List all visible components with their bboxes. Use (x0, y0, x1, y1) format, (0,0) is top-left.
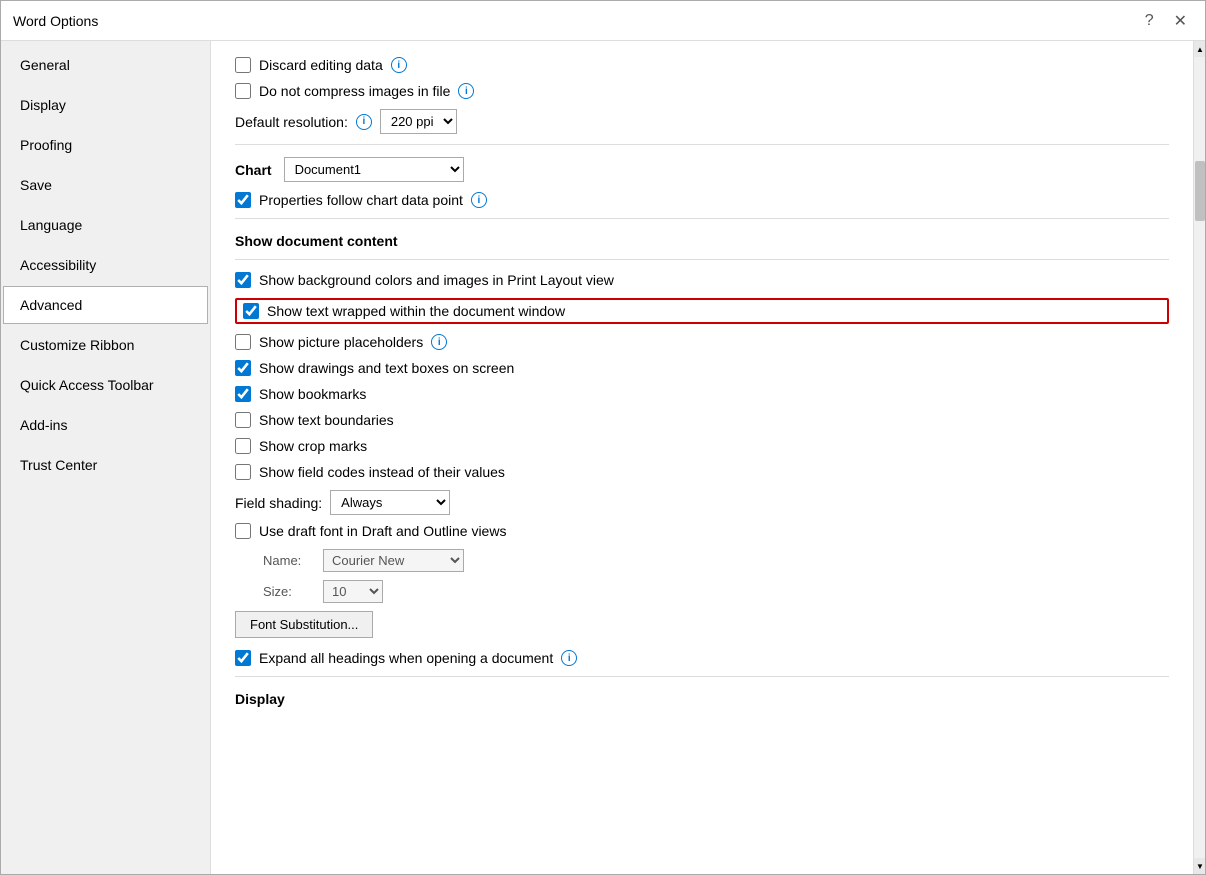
expand-headings-row: Expand all headings when opening a docum… (235, 650, 1169, 666)
font-name-select[interactable]: Courier New Arial Times New Roman (323, 549, 464, 572)
font-size-select[interactable]: 8 10 12 14 (323, 580, 383, 603)
resolution-info-icon: i (356, 114, 372, 130)
show-drawings-label[interactable]: Show drawings and text boxes on screen (259, 360, 514, 376)
sidebar-item-display[interactable]: Display (3, 86, 208, 124)
show-text-wrapped-checkbox[interactable] (243, 303, 259, 319)
show-picture-placeholders-checkbox[interactable] (235, 334, 251, 350)
sidebar-item-general[interactable]: General (3, 46, 208, 84)
compress-images-label[interactable]: Do not compress images in file (259, 83, 450, 99)
field-shading-label: Field shading: (235, 495, 322, 511)
show-drawings-checkbox[interactable] (235, 360, 251, 376)
dialog-body: General Display Proofing Save Language A… (1, 41, 1205, 874)
font-size-row: Size: 8 10 12 14 (263, 580, 1169, 603)
show-field-codes-checkbox[interactable] (235, 464, 251, 480)
scroll-up-arrow[interactable]: ▲ (1194, 41, 1205, 57)
use-draft-font-row: Use draft font in Draft and Outline view… (235, 523, 1169, 539)
help-button[interactable]: ? (1139, 10, 1160, 32)
discard-editing-row: Discard editing data i (235, 57, 1169, 73)
font-size-label: Size: (263, 584, 313, 599)
chart-label: Chart (235, 162, 272, 178)
properties-info-icon: i (471, 192, 487, 208)
divider-4 (235, 676, 1169, 677)
compress-info-icon: i (458, 83, 474, 99)
show-bg-colors-label[interactable]: Show background colors and images in Pri… (259, 272, 614, 288)
compress-images-row: Do not compress images in file i (235, 83, 1169, 99)
discard-editing-checkbox[interactable] (235, 57, 251, 73)
main-content: Discard editing data i Do not compress i… (211, 41, 1193, 874)
default-resolution-label: Default resolution: (235, 114, 348, 130)
divider-1 (235, 144, 1169, 145)
show-text-boundaries-checkbox[interactable] (235, 412, 251, 428)
chart-row: Chart Document1 (235, 157, 1169, 182)
discard-info-icon: i (391, 57, 407, 73)
sidebar-item-quick-access-toolbar[interactable]: Quick Access Toolbar (3, 366, 208, 404)
chart-document-select[interactable]: Document1 (284, 157, 464, 182)
show-bg-colors-checkbox[interactable] (235, 272, 251, 288)
sidebar: General Display Proofing Save Language A… (1, 41, 211, 874)
display-section-header: Display (235, 691, 1169, 707)
sidebar-item-trust-center[interactable]: Trust Center (3, 446, 208, 484)
show-crop-marks-checkbox[interactable] (235, 438, 251, 454)
use-draft-font-checkbox[interactable] (235, 523, 251, 539)
show-bg-colors-row: Show background colors and images in Pri… (235, 272, 1169, 288)
show-text-wrapped-label[interactable]: Show text wrapped within the document wi… (267, 303, 565, 319)
properties-follow-checkbox[interactable] (235, 192, 251, 208)
pic-info-icon: i (431, 334, 447, 350)
dialog-title: Word Options (13, 13, 98, 29)
show-text-boundaries-row: Show text boundaries (235, 412, 1169, 428)
divider-2 (235, 218, 1169, 219)
font-name-label: Name: (263, 553, 313, 568)
default-resolution-row: Default resolution: i 72 ppi 96 ppi 150 … (235, 109, 1169, 134)
show-field-codes-row: Show field codes instead of their values (235, 464, 1169, 480)
sidebar-item-proofing[interactable]: Proofing (3, 126, 208, 164)
close-button[interactable]: ✕ (1168, 9, 1193, 33)
sidebar-item-advanced[interactable]: Advanced (3, 286, 208, 324)
show-document-content-header: Show document content (235, 233, 1169, 249)
discard-editing-label[interactable]: Discard editing data (259, 57, 383, 73)
show-bookmarks-row: Show bookmarks (235, 386, 1169, 402)
sidebar-item-save[interactable]: Save (3, 166, 208, 204)
field-shading-row: Field shading: Never Always When selecte… (235, 490, 1169, 515)
show-bookmarks-checkbox[interactable] (235, 386, 251, 402)
compress-images-checkbox[interactable] (235, 83, 251, 99)
show-crop-marks-row: Show crop marks (235, 438, 1169, 454)
show-field-codes-label[interactable]: Show field codes instead of their values (259, 464, 505, 480)
title-bar: Word Options ? ✕ (1, 1, 1205, 41)
show-drawings-row: Show drawings and text boxes on screen (235, 360, 1169, 376)
divider-3 (235, 259, 1169, 260)
properties-follow-label[interactable]: Properties follow chart data point (259, 192, 463, 208)
expand-headings-checkbox[interactable] (235, 650, 251, 666)
show-bookmarks-label[interactable]: Show bookmarks (259, 386, 366, 402)
sidebar-item-accessibility[interactable]: Accessibility (3, 246, 208, 284)
properties-follow-row: Properties follow chart data point i (235, 192, 1169, 208)
sidebar-item-customize-ribbon[interactable]: Customize Ribbon (3, 326, 208, 364)
expand-headings-label[interactable]: Expand all headings when opening a docum… (259, 650, 553, 666)
default-resolution-select[interactable]: 72 ppi 96 ppi 150 ppi 220 ppi 330 ppi (380, 109, 457, 134)
show-picture-placeholders-label[interactable]: Show picture placeholders (259, 334, 423, 350)
field-shading-select[interactable]: Never Always When selected (330, 490, 450, 515)
scroll-down-arrow[interactable]: ▼ (1194, 858, 1205, 874)
use-draft-font-label[interactable]: Use draft font in Draft and Outline view… (259, 523, 506, 539)
font-substitution-row: Font Substitution... (235, 611, 1169, 638)
scrollbar-thumb[interactable] (1195, 161, 1205, 221)
title-bar-buttons: ? ✕ (1139, 9, 1193, 33)
expand-info-icon: i (561, 650, 577, 666)
word-options-dialog: Word Options ? ✕ General Display Proofin… (0, 0, 1206, 875)
show-picture-placeholders-row: Show picture placeholders i (235, 334, 1169, 350)
font-substitution-button[interactable]: Font Substitution... (235, 611, 373, 638)
font-name-row: Name: Courier New Arial Times New Roman (263, 549, 1169, 572)
sidebar-item-language[interactable]: Language (3, 206, 208, 244)
show-crop-marks-label[interactable]: Show crop marks (259, 438, 367, 454)
sidebar-item-add-ins[interactable]: Add-ins (3, 406, 208, 444)
scrollbar-track: ▲ ▼ (1193, 41, 1205, 874)
show-text-wrapped-row: Show text wrapped within the document wi… (235, 298, 1169, 324)
show-text-boundaries-label[interactable]: Show text boundaries (259, 412, 394, 428)
